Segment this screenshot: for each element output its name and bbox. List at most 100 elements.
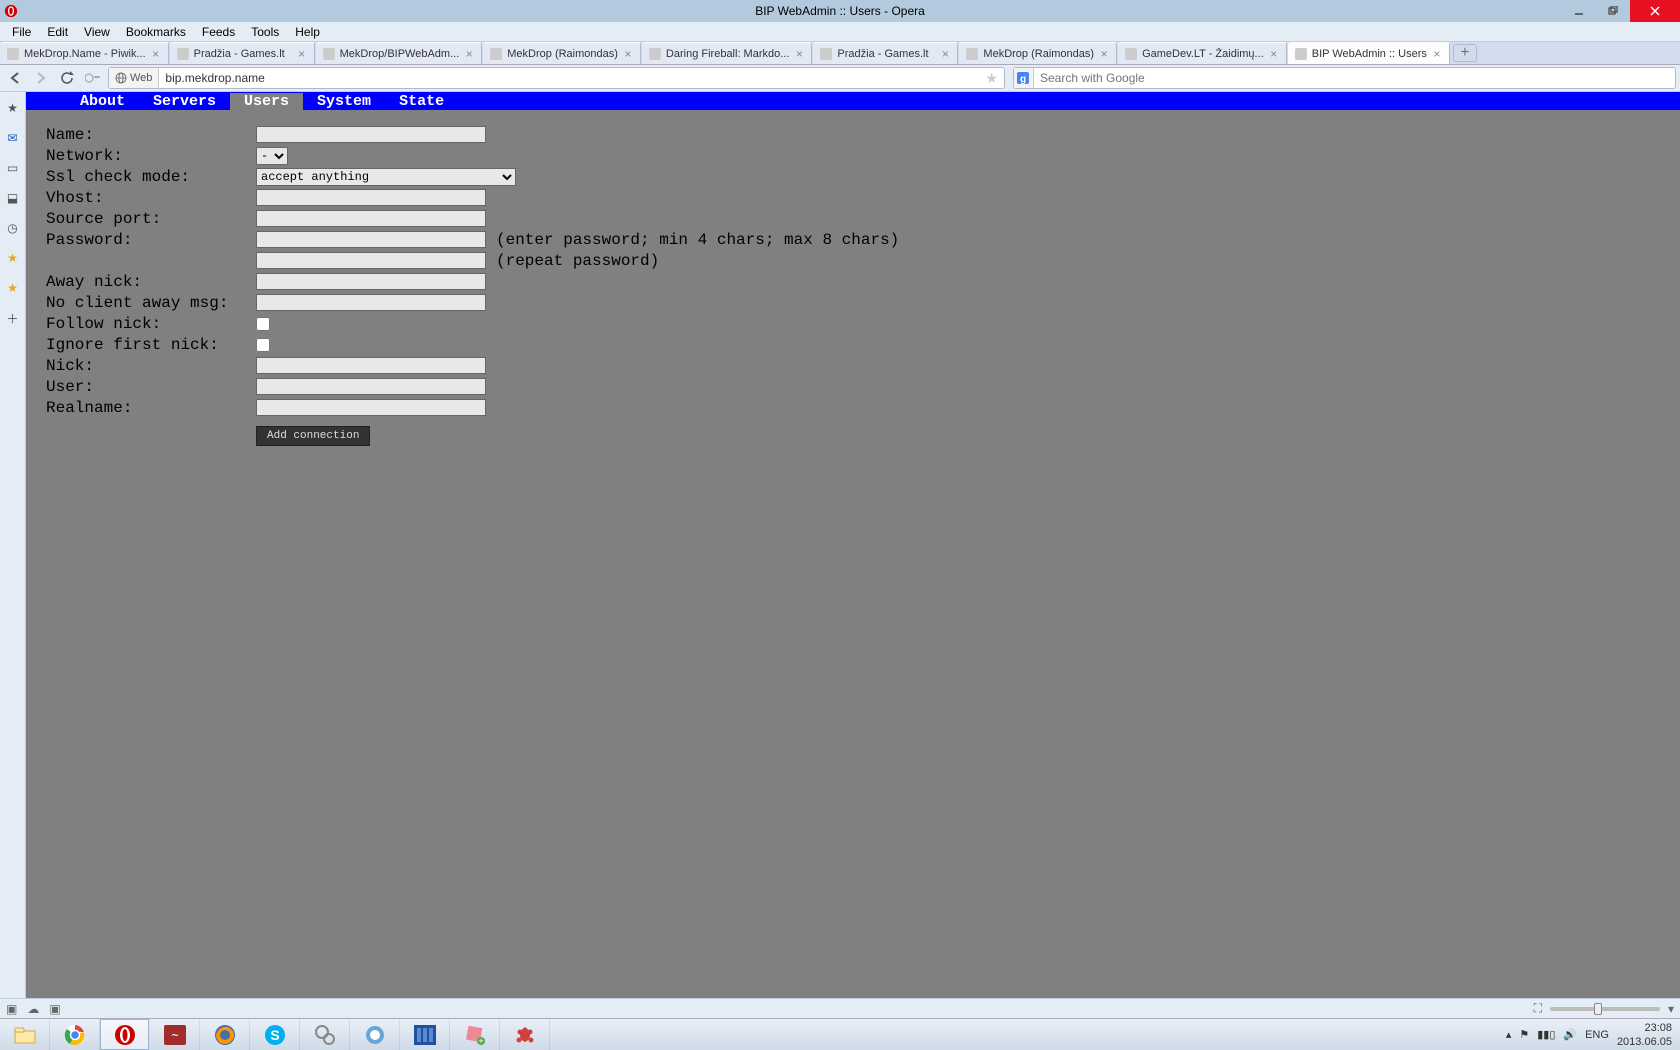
- network-select[interactable]: -: [256, 147, 288, 165]
- tab-close-icon[interactable]: ×: [622, 48, 634, 60]
- tab-close-icon[interactable]: ×: [463, 48, 475, 60]
- minimize-button[interactable]: [1562, 0, 1596, 22]
- tray-volume-icon[interactable]: 🔊: [1563, 1028, 1577, 1041]
- maximize-button[interactable]: [1596, 0, 1630, 22]
- menu-tools[interactable]: Tools: [243, 23, 287, 41]
- source-port-input[interactable]: [256, 210, 486, 227]
- menu-edit[interactable]: Edit: [39, 23, 76, 41]
- tab-close-icon[interactable]: ×: [1431, 48, 1443, 60]
- tray-network-icon[interactable]: ▮▮▯: [1537, 1028, 1555, 1041]
- taskbar-opera[interactable]: [100, 1019, 150, 1050]
- url-input[interactable]: [159, 71, 979, 85]
- tray-language[interactable]: ENG: [1585, 1029, 1609, 1041]
- browser-tab[interactable]: BIP WebAdmin :: Users×: [1288, 42, 1450, 64]
- taskbar-app2[interactable]: [350, 1019, 400, 1050]
- zoom-slider[interactable]: [1550, 1007, 1660, 1011]
- page-nav-about[interactable]: About: [66, 93, 139, 110]
- add-connection-button[interactable]: Add connection: [256, 426, 370, 446]
- page-nav-servers[interactable]: Servers: [139, 93, 230, 110]
- tab-close-icon[interactable]: ×: [793, 48, 805, 60]
- taskbar-app1[interactable]: [300, 1019, 350, 1050]
- realname-input[interactable]: [256, 399, 486, 416]
- new-tab-button[interactable]: +: [1453, 44, 1477, 62]
- opera-logo-icon: [4, 4, 18, 18]
- taskbar-explorer[interactable]: [0, 1019, 50, 1050]
- follow-nick-checkbox[interactable]: [256, 317, 270, 331]
- tab-favicon-icon: [1124, 47, 1138, 61]
- tab-close-icon[interactable]: ×: [1268, 48, 1280, 60]
- taskbar-app3[interactable]: [400, 1019, 450, 1050]
- home-button[interactable]: [82, 68, 104, 88]
- password-input[interactable]: [256, 231, 486, 248]
- browser-tab[interactable]: GameDev.LT - Žaidimų...×: [1118, 42, 1287, 64]
- mail-panel-icon[interactable]: ✉: [5, 130, 21, 146]
- nick-input[interactable]: [256, 357, 486, 374]
- tray-clock[interactable]: 23:08 2013.06.05: [1617, 1021, 1672, 1049]
- chat-panel-icon[interactable]: ▭: [5, 160, 21, 176]
- history-panel-icon[interactable]: ◷: [5, 220, 21, 236]
- taskbar-chrome[interactable]: [50, 1019, 100, 1050]
- browser-tab[interactable]: Pradžia - Games.lt×: [813, 42, 958, 64]
- tray-chevron-icon[interactable]: ▴: [1506, 1028, 1512, 1041]
- password-repeat-input[interactable]: [256, 252, 486, 269]
- back-button[interactable]: [4, 68, 26, 88]
- search-provider-icon[interactable]: g: [1014, 68, 1034, 88]
- favorite1-panel-icon[interactable]: ★: [5, 250, 21, 266]
- away-nick-input[interactable]: [256, 273, 486, 290]
- url-badge[interactable]: Web: [109, 68, 159, 88]
- browser-tab[interactable]: Daring Fireball: Markdo...×: [642, 42, 813, 64]
- page-nav-system[interactable]: System: [303, 93, 385, 110]
- fit-width-icon[interactable]: ⛶: [1534, 1001, 1542, 1016]
- search-input[interactable]: [1034, 71, 1675, 85]
- tab-favicon-icon: [819, 47, 833, 61]
- page-nav-users[interactable]: Users: [230, 93, 303, 110]
- camera-icon[interactable]: ▣: [49, 1002, 60, 1016]
- password-hint2: (repeat password): [496, 252, 659, 270]
- password-hint1: (enter password; min 4 chars; max 8 char…: [496, 231, 899, 249]
- svg-text:~: ~: [171, 1028, 178, 1042]
- taskbar-skype[interactable]: S: [250, 1019, 300, 1050]
- browser-tab[interactable]: MekDrop/BIPWebAdm...×: [316, 42, 483, 64]
- forward-button[interactable]: [30, 68, 52, 88]
- browser-tab[interactable]: MekDrop.Name - Piwik...×: [0, 42, 169, 64]
- taskbar-terminal[interactable]: ~: [150, 1019, 200, 1050]
- bookmarks-panel-icon[interactable]: ★: [5, 100, 21, 116]
- tab-label: MekDrop (Raimondas): [507, 48, 618, 60]
- tab-favicon-icon: [965, 47, 979, 61]
- name-input[interactable]: [256, 126, 486, 143]
- vhost-input[interactable]: [256, 189, 486, 206]
- bookmark-star-icon[interactable]: ★: [979, 70, 1004, 87]
- tray-flag-icon[interactable]: ⚑: [1519, 1028, 1529, 1041]
- menu-feeds[interactable]: Feeds: [194, 23, 243, 41]
- add-panel-icon[interactable]: ＋: [5, 310, 21, 326]
- sync-icon[interactable]: ☁: [27, 1002, 39, 1016]
- label-ignore-first-nick: Ignore first nick:: [46, 336, 256, 354]
- zoom-dropdown-icon[interactable]: ▾: [1668, 1002, 1674, 1016]
- menu-help[interactable]: Help: [287, 23, 328, 41]
- taskbar-app4[interactable]: +: [450, 1019, 500, 1050]
- no-client-away-msg-input[interactable]: [256, 294, 486, 311]
- browser-tab[interactable]: MekDrop (Raimondas) ×: [483, 42, 641, 64]
- browser-tab[interactable]: MekDrop (Raimondas)×: [959, 42, 1117, 64]
- user-input[interactable]: [256, 378, 486, 395]
- search-field-wrap: g: [1013, 67, 1676, 89]
- taskbar-app5[interactable]: [500, 1019, 550, 1050]
- menu-bookmarks[interactable]: Bookmarks: [118, 23, 194, 41]
- tab-close-icon[interactable]: ×: [939, 48, 951, 60]
- tab-close-icon[interactable]: ×: [1098, 48, 1110, 60]
- downloads-panel-icon[interactable]: ⬓: [5, 190, 21, 206]
- reload-button[interactable]: [56, 68, 78, 88]
- ssl-mode-select[interactable]: accept anything: [256, 168, 516, 186]
- ignore-first-nick-checkbox[interactable]: [256, 338, 270, 352]
- taskbar-firefox[interactable]: [200, 1019, 250, 1050]
- page-nav-state[interactable]: State: [385, 93, 458, 110]
- browser-tab[interactable]: Pradžia - Games.lt×: [170, 42, 315, 64]
- favorite2-panel-icon[interactable]: ★: [5, 280, 21, 296]
- menu-view[interactable]: View: [76, 23, 118, 41]
- tab-close-icon[interactable]: ×: [296, 48, 308, 60]
- label-user: User:: [46, 378, 256, 396]
- menu-file[interactable]: File: [4, 23, 39, 41]
- tab-close-icon[interactable]: ×: [150, 48, 162, 60]
- close-button[interactable]: [1630, 0, 1680, 22]
- panel-toggle-icon[interactable]: ▣: [6, 1002, 17, 1016]
